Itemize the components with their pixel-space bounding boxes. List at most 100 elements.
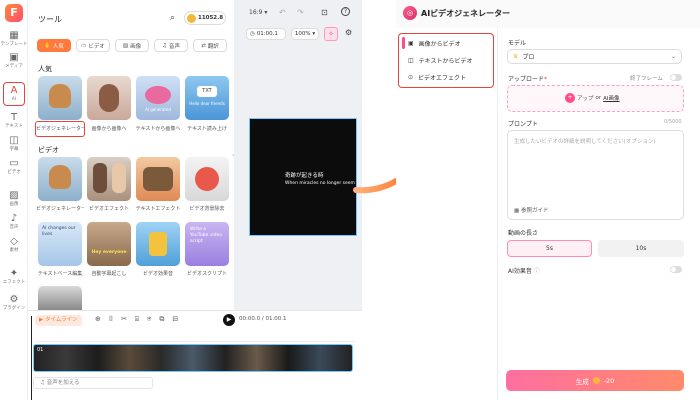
rail-icon: ▣ — [9, 52, 19, 63]
duration-5s[interactable]: 5s — [507, 240, 592, 257]
tool-label: ビデオジェネレーター — [36, 126, 84, 132]
redo-icon[interactable]: ↷ — [297, 8, 304, 17]
ai-sound-toggle[interactable] — [670, 266, 682, 273]
active-indicator — [402, 37, 405, 49]
end-frame-toggle[interactable] — [670, 74, 682, 81]
filter-chip-0[interactable]: ✋ 人気 — [37, 39, 71, 52]
duration-10s[interactable]: 10s — [598, 240, 684, 257]
tool-label: ビデオ効果音 — [142, 271, 173, 277]
chip-label: 人気 — [52, 43, 64, 50]
settings-sliders-icon[interactable]: ⚙ — [345, 28, 352, 37]
rail-item-0[interactable]: ▦ テンプレート — [0, 30, 28, 48]
filter-chip-4[interactable]: ⇄ 翻訳 — [193, 39, 227, 52]
ai-sound-label: AI効果音 ⓘ — [508, 268, 540, 275]
rail-item-6[interactable]: ▨ 画像 — [0, 190, 28, 208]
filter-chip-2[interactable]: ▨ 画像 — [115, 39, 149, 52]
clock-timestamp: ◷ 01:00.1 — [246, 28, 286, 40]
collapse-arrow-icon[interactable]: ‹ — [232, 152, 234, 159]
upload-actions[interactable]: + アップ or AI画像 — [565, 93, 620, 103]
prompt-label: プロンプト — [508, 121, 538, 128]
add-audio-track[interactable]: ♫ 音声を加える — [33, 377, 153, 389]
thumb-text-edit[interactable]: AI changes our lives — [38, 222, 82, 266]
info-icon: ⓘ — [533, 268, 540, 275]
mode-image-to-video[interactable]: ▣ 画像からビデオ — [408, 35, 461, 51]
help-icon[interactable]: ? — [341, 7, 350, 16]
search-icon[interactable]: ⌕ — [170, 13, 175, 23]
rail-item-1[interactable]: ▣ メディア — [0, 52, 28, 70]
model-label: モデル — [508, 40, 527, 47]
video-track-clip[interactable]: 01 — [33, 344, 353, 372]
rail-label: 字幕 — [9, 147, 19, 152]
clock-icon: ◷ — [250, 31, 255, 37]
tool-label: 画像から画像へ — [91, 126, 127, 132]
credits-badge[interactable]: 11052.8 — [184, 11, 226, 25]
thumb-bg-remove[interactable] — [185, 157, 229, 201]
filter-chip-3[interactable]: ♫ 音声 — [154, 39, 188, 52]
filter-chip-1[interactable]: ▭ ビデオ — [76, 39, 110, 52]
thumb-sound-effect[interactable] — [136, 222, 180, 266]
rail-icon: ▭ — [9, 158, 19, 169]
video-preview[interactable]: 奇跡が起きる時 When miracles no longer seem — [249, 118, 357, 236]
chip-icon: ▨ — [122, 42, 129, 49]
rail-item-10[interactable]: ⚙ プラグイン — [0, 294, 28, 312]
end-frame-label: 終了フレーム — [630, 76, 663, 82]
undo-icon[interactable]: ↶ — [279, 8, 286, 17]
timeline-tools[interactable]: ⊕⌷✂⌸⍟⧉⊟ — [95, 315, 186, 324]
thumb-panda[interactable] — [38, 286, 82, 310]
coin-icon — [592, 377, 600, 384]
prompt-counter: 0/5000 — [664, 119, 682, 125]
tool-label: ビデオジェネレーター — [36, 206, 84, 212]
rail-item-9[interactable]: ✦ エフェクト — [0, 268, 28, 286]
thumb-video-gen-2[interactable] — [38, 157, 82, 201]
rail-icon: ♪ — [10, 213, 18, 224]
tool-label: ビデオエフェクト — [88, 206, 129, 212]
playhead[interactable] — [31, 316, 32, 400]
thumb-video-effect[interactable] — [87, 157, 131, 201]
rail-icon: ⚙ — [9, 294, 19, 305]
screenshot-icon[interactable]: ⊡ — [321, 8, 328, 17]
rail-label: エフェクト — [2, 280, 26, 285]
rail-item-3[interactable]: T テキスト — [0, 112, 28, 130]
prompt-textarea[interactable]: 生成したいビデオの詳細を説明してください(オプション) ▦ 参照ガイド — [507, 130, 684, 220]
model-select[interactable]: ♛ プロ ⌄ — [507, 49, 682, 64]
rail-item-7[interactable]: ♪ 音声 — [0, 213, 28, 231]
play-icon[interactable]: ▶ — [223, 314, 235, 326]
rail-label: 画像 — [9, 202, 19, 207]
tools-title: ツール — [38, 15, 62, 24]
aspect-ratio-select[interactable]: 16:9 ▾ — [249, 9, 267, 16]
tool-label: 自動字幕起こし — [91, 271, 127, 277]
rail-item-2[interactable]: A AI — [3, 82, 25, 106]
thumb-auto-subtitle[interactable]: Hey everyone — [87, 222, 131, 266]
rail-item-4[interactable]: ◫ 字幕 — [0, 135, 28, 153]
thumb-video-script[interactable]: Write a YouTube video script — [185, 222, 229, 266]
rail-icon: T — [10, 112, 18, 123]
rail-item-5[interactable]: ▭ ビデオ — [0, 158, 28, 176]
thumb-text-effect[interactable] — [136, 157, 180, 201]
timeline-tab[interactable]: ▶ タイムライン — [35, 315, 82, 326]
rail-label: ビデオ — [7, 170, 21, 175]
coin-icon — [187, 13, 196, 23]
mode-video-effect[interactable]: ⊙ ビデオエフェクト — [408, 69, 466, 85]
ai-magic-icon[interactable]: ✧ — [324, 27, 338, 41]
app-logo[interactable]: F — [5, 4, 23, 22]
zoom-select[interactable]: 100% ▾ — [291, 28, 319, 40]
chip-icon: ♫ — [162, 42, 167, 49]
thumb-text-to-image[interactable]: AI generated — [136, 76, 180, 120]
rail-label: AI — [11, 97, 17, 102]
thumb-video-generator[interactable] — [38, 76, 82, 120]
generate-button[interactable]: 生成 -20 — [506, 370, 684, 391]
section-video: ビデオ — [38, 146, 59, 154]
reference-guide-link[interactable]: ▦ 参照ガイド — [514, 206, 548, 214]
chip-label: 画像 — [130, 43, 142, 50]
thumb-text-to-speech[interactable]: TXT Hello dear friends — [185, 76, 229, 120]
rail-item-8[interactable]: ◇ 素材 — [0, 236, 28, 254]
mode-text-to-video[interactable]: ◫ テキストからビデオ — [408, 52, 473, 68]
upload-label: アップロード* — [508, 76, 548, 83]
tool-label: ビデオ背景除去 — [189, 206, 225, 212]
thumb-image-to-image[interactable] — [87, 76, 131, 120]
crown-icon: ♛ — [513, 53, 519, 60]
ai-image-link[interactable]: AI画像 — [603, 94, 619, 102]
chip-label: 翻訳 — [207, 43, 219, 50]
chevron-down-icon: ⌄ — [670, 53, 676, 60]
rail-label: メディア — [5, 64, 23, 69]
